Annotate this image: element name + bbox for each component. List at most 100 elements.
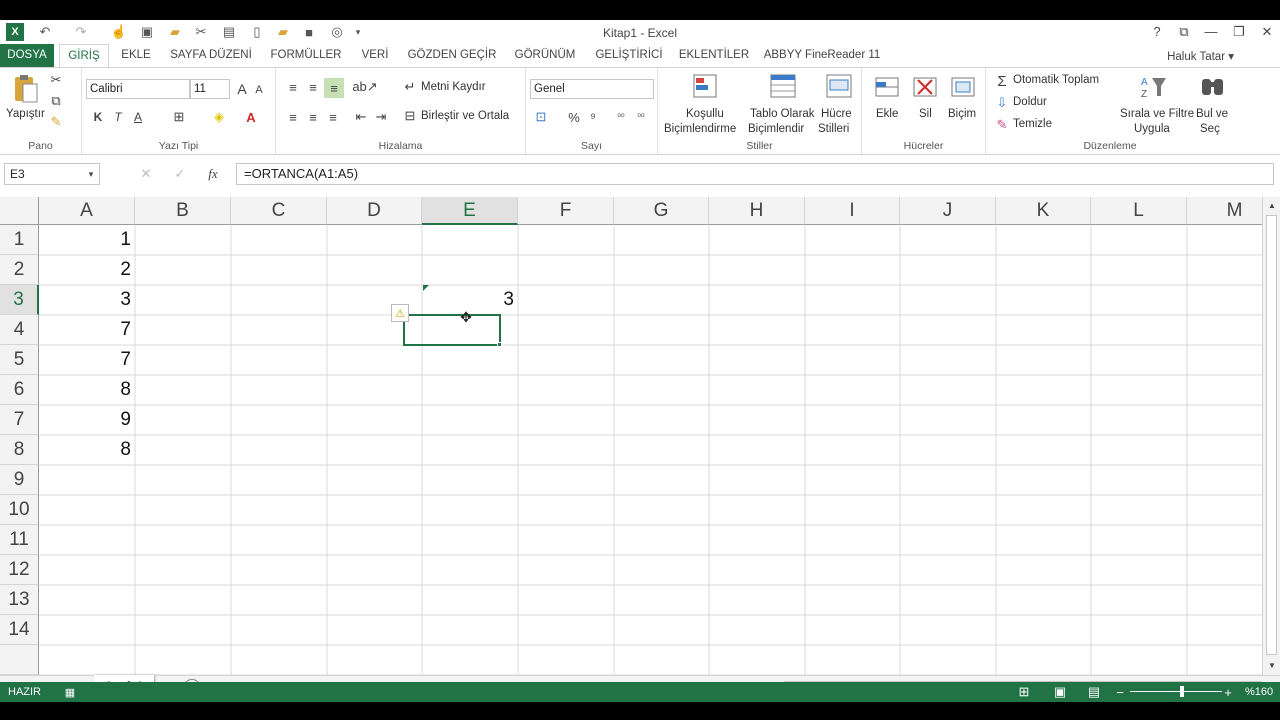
vertical-scrollbar[interactable]: ▲ ▼ xyxy=(1262,197,1280,675)
tab-review[interactable]: GÖZDEN GEÇİR xyxy=(406,44,498,67)
cell-styles-icon[interactable] xyxy=(824,72,854,102)
wrap-text-button[interactable]: Metni Kaydır xyxy=(421,81,486,93)
user-name[interactable]: Haluk Tatar ▾ xyxy=(1167,49,1234,63)
maximize-icon[interactable]: ❐ xyxy=(1228,22,1250,42)
borders-icon[interactable]: ⊞ xyxy=(170,108,188,126)
delete-cells-icon[interactable] xyxy=(910,72,940,102)
find-select-label-2[interactable]: Seç xyxy=(1200,123,1220,135)
zoom-out-icon[interactable]: − xyxy=(1114,684,1126,700)
format-cells-label[interactable]: Biçim xyxy=(948,108,976,120)
increase-indent-icon[interactable]: ⇥ xyxy=(372,108,390,126)
accounting-format-icon[interactable]: ⊡ xyxy=(532,108,550,126)
zoom-slider-track[interactable] xyxy=(1130,691,1222,692)
cell-styles-label-1[interactable]: Hücre xyxy=(821,108,852,120)
formula-input[interactable]: =ORTANCA(A1:A5) xyxy=(236,163,1274,185)
ribbon-display-icon[interactable]: ⧉ xyxy=(1173,22,1195,42)
conditional-format-icon[interactable] xyxy=(690,72,720,102)
fill-color-icon[interactable]: ◈ xyxy=(210,108,228,126)
vertical-scroll-thumb[interactable] xyxy=(1266,215,1277,655)
format-painter-icon[interactable]: ✎ xyxy=(48,114,64,130)
tab-abbyy[interactable]: ABBYY FineReader 11 xyxy=(762,44,882,67)
align-top-icon[interactable]: ≡ xyxy=(284,78,302,96)
cell-a1[interactable]: 1 xyxy=(39,225,135,255)
align-left-icon[interactable]: ≡ xyxy=(284,108,302,126)
cell-a5[interactable]: 7 xyxy=(39,345,135,375)
zoom-slider-thumb[interactable] xyxy=(1180,686,1184,697)
number-format-select[interactable]: Genel xyxy=(530,79,654,99)
delete-cells-label[interactable]: Sil xyxy=(919,108,932,120)
tab-insert[interactable]: EKLE xyxy=(114,44,158,67)
sort-filter-label-2[interactable]: Uygula xyxy=(1134,123,1170,135)
conditional-format-label-2[interactable]: Biçimlendirme xyxy=(664,123,736,135)
close-icon[interactable]: ✕ xyxy=(1256,22,1278,42)
font-size-select[interactable]: 11 xyxy=(190,79,230,99)
zoom-level[interactable]: %160 xyxy=(1245,686,1273,698)
align-center-icon[interactable]: ≡ xyxy=(304,108,322,126)
zoom-in-icon[interactable]: + xyxy=(1222,684,1234,700)
cell-a6[interactable]: 8 xyxy=(39,375,135,405)
insert-function-icon[interactable]: fx xyxy=(204,166,222,182)
insert-cells-label[interactable]: Ekle xyxy=(876,108,898,120)
decrease-decimal-icon[interactable]: ⁰⁰ xyxy=(632,108,650,126)
enter-icon[interactable]: ✓ xyxy=(172,166,188,182)
find-select-icon[interactable] xyxy=(1198,72,1228,102)
name-box-dropdown-icon[interactable]: ▾ xyxy=(84,166,98,182)
shrink-font-icon[interactable]: A xyxy=(252,82,266,98)
active-cell-selection[interactable] xyxy=(403,314,501,346)
fill-handle[interactable] xyxy=(497,342,502,347)
conditional-format-label-1[interactable]: Koşullu xyxy=(686,108,724,120)
cancel-icon[interactable]: ✕ xyxy=(138,166,154,182)
tab-file[interactable]: DOSYA xyxy=(0,44,54,67)
cell-styles-label-2[interactable]: Stilleri xyxy=(818,123,849,135)
merge-center-icon[interactable]: ⊟ xyxy=(402,108,418,124)
orientation-icon[interactable]: ab↗ xyxy=(352,78,377,96)
sort-filter-label-1[interactable]: Sırala ve Filtre xyxy=(1120,108,1194,120)
cell-a2[interactable]: 2 xyxy=(39,255,135,285)
page-layout-view-icon[interactable]: ▣ xyxy=(1052,684,1068,700)
cell-a8[interactable]: 8 xyxy=(39,435,135,465)
percent-style-button[interactable]: % xyxy=(566,108,582,126)
comma-style-button[interactable]: ⁹ xyxy=(586,108,600,126)
cell-a3[interactable]: 3 xyxy=(39,285,135,315)
tab-home[interactable]: GİRİŞ xyxy=(59,44,109,68)
fill-button[interactable]: Doldur xyxy=(1013,96,1047,108)
autosum-icon[interactable]: Σ xyxy=(994,72,1010,90)
paste-label[interactable]: Yapıştır xyxy=(6,108,45,120)
error-warning-icon[interactable]: ⚠ xyxy=(391,304,409,322)
tab-page-layout[interactable]: SAYFA DÜZENİ xyxy=(164,44,258,67)
paste-big-icon[interactable] xyxy=(10,74,40,104)
font-name-select[interactable]: Calibri xyxy=(86,79,190,99)
copy-icon[interactable]: ⧉ xyxy=(48,93,64,109)
bold-button[interactable]: K xyxy=(90,108,106,126)
align-bottom-icon[interactable]: ≡ xyxy=(324,78,344,98)
format-as-table-label-2[interactable]: Biçimlendir xyxy=(748,123,804,135)
clear-button[interactable]: Temizle xyxy=(1013,118,1052,130)
tab-view[interactable]: GÖRÜNÜM xyxy=(508,44,582,67)
scroll-down-icon[interactable]: ▼ xyxy=(1265,659,1279,671)
font-color-icon[interactable]: A xyxy=(242,108,260,126)
cut-icon[interactable]: ✂ xyxy=(48,72,64,88)
decrease-indent-icon[interactable]: ⇤ xyxy=(352,108,370,126)
worksheet-grid[interactable]: A B C D E F G H I J K L M 1 2 3 4 5 6 7 … xyxy=(0,197,1262,675)
minimize-icon[interactable]: — xyxy=(1200,22,1222,42)
cell-a7[interactable]: 9 xyxy=(39,405,135,435)
find-select-label-1[interactable]: Bul ve xyxy=(1196,108,1228,120)
fill-icon[interactable]: ⇩ xyxy=(994,94,1010,112)
format-as-table-label-1[interactable]: Tablo Olarak xyxy=(750,108,815,120)
merge-center-button[interactable]: Birleştir ve Ortala xyxy=(421,110,509,122)
sort-filter-icon[interactable]: AZ xyxy=(1138,72,1168,102)
cell-a4[interactable]: 7 xyxy=(39,315,135,345)
macro-record-icon[interactable]: ▦ xyxy=(62,684,78,700)
underline-button[interactable]: A xyxy=(130,108,146,126)
tab-addins[interactable]: EKLENTİLER xyxy=(676,44,752,67)
tab-formulas[interactable]: FORMÜLLER xyxy=(266,44,346,67)
tab-developer[interactable]: GELİŞTİRİCİ xyxy=(592,44,666,67)
help-icon[interactable]: ? xyxy=(1146,22,1168,42)
tab-data[interactable]: VERİ xyxy=(355,44,395,67)
grow-font-icon[interactable]: A xyxy=(234,80,250,98)
italic-button[interactable]: T xyxy=(110,108,126,126)
align-right-icon[interactable]: ≡ xyxy=(324,108,342,126)
normal-view-icon[interactable]: ⊞ xyxy=(1016,684,1032,700)
scroll-up-icon[interactable]: ▲ xyxy=(1265,199,1279,211)
page-break-view-icon[interactable]: ▤ xyxy=(1086,684,1102,700)
